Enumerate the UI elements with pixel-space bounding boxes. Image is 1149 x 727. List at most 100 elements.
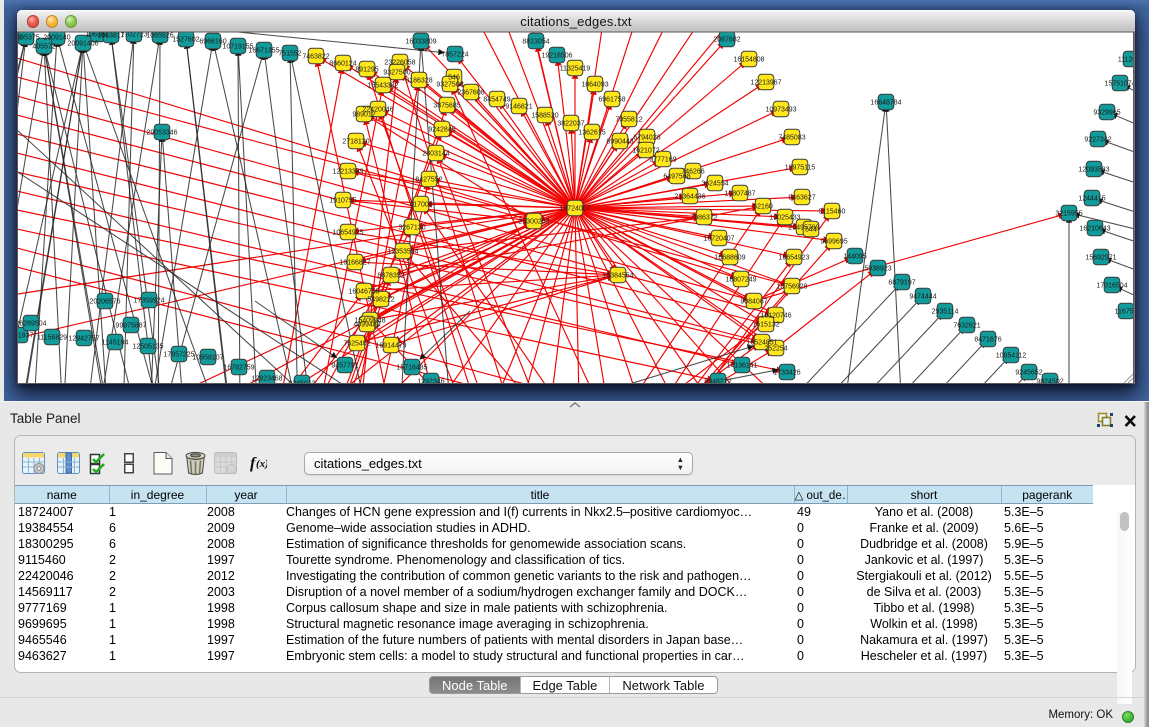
svg-text:19218506: 19218506 — [541, 53, 572, 60]
svg-text:1910755: 1910755 — [329, 198, 356, 205]
svg-text:10973493: 10973493 — [765, 107, 796, 114]
svg-text:19654923: 19654923 — [778, 255, 809, 262]
svg-text:3911937: 3911937 — [17, 333, 33, 340]
svg-text:8813054: 8813054 — [522, 39, 549, 46]
svg-text:8990443: 8990443 — [606, 139, 633, 146]
svg-text:8454749: 8454749 — [483, 97, 510, 104]
svg-text:16120746: 16120746 — [760, 313, 791, 320]
svg-text:15692971: 15692971 — [1085, 255, 1116, 262]
svg-text:3215955: 3215955 — [1055, 211, 1082, 218]
svg-text:9115460: 9115460 — [819, 209, 846, 216]
svg-text:144095: 144095 — [843, 254, 866, 261]
svg-text:62160: 62160 — [753, 204, 773, 211]
svg-text:12975115: 12975115 — [785, 165, 816, 172]
svg-text:1145194: 1145194 — [102, 340, 129, 347]
svg-text:16046755: 16046755 — [348, 289, 379, 296]
svg-text:16210643: 16210643 — [1079, 226, 1110, 233]
svg-text:7857224: 7857224 — [441, 52, 468, 59]
svg-text:12505135: 12505135 — [132, 344, 163, 351]
svg-text:23226058: 23226058 — [384, 60, 415, 67]
svg-text:4099489: 4099489 — [353, 322, 380, 329]
svg-text:2087682: 2087682 — [713, 37, 740, 44]
svg-text:9227342: 9227342 — [1084, 137, 1111, 144]
svg-text:6961758: 6961758 — [598, 97, 625, 104]
svg-text:11156829: 11156829 — [37, 335, 67, 342]
svg-text:6879197: 6879197 — [888, 280, 915, 287]
svg-text:9146821: 9146821 — [505, 104, 532, 111]
svg-text:1615132: 1615132 — [752, 322, 779, 329]
svg-text:746266: 746266 — [681, 169, 704, 176]
svg-text:8186328: 8186328 — [405, 78, 432, 85]
svg-text:417006: 417006 — [409, 202, 432, 209]
svg-text:12923468: 12923468 — [251, 376, 282, 383]
svg-text:11325419: 11325419 — [560, 66, 591, 73]
svg-text:989012: 989012 — [352, 112, 375, 119]
svg-text:18807249: 18807249 — [725, 277, 756, 284]
svg-text:12093583: 12093583 — [1078, 167, 1109, 174]
svg-text:7463822: 7463822 — [302, 54, 329, 61]
svg-text:1621072: 1621072 — [632, 148, 659, 155]
svg-text:751552: 751552 — [278, 51, 301, 58]
svg-text:6794028: 6794028 — [633, 135, 660, 142]
svg-text:8471676: 8471676 — [974, 337, 1001, 344]
svg-text:8660124: 8660124 — [329, 61, 356, 68]
svg-text:10688609: 10688609 — [714, 255, 745, 262]
svg-text:18724007: 18724007 — [559, 206, 590, 213]
svg-text:16648784: 16648784 — [870, 100, 901, 107]
svg-text:15751074: 15751074 — [1104, 81, 1134, 88]
svg-text:12213389: 12213389 — [332, 169, 363, 176]
svg-text:16671355: 16671355 — [248, 48, 279, 55]
svg-text:25300203: 25300203 — [518, 219, 549, 226]
svg-text:29053346: 29053346 — [146, 130, 177, 137]
svg-text:16154808: 16154808 — [733, 57, 764, 64]
svg-text:252254: 252254 — [764, 346, 787, 353]
svg-text:(x): (x) — [256, 458, 267, 470]
svg-text:9329965: 9329965 — [1093, 110, 1120, 117]
svg-text:546: 546 — [448, 75, 460, 82]
svg-text:10654925: 10654925 — [332, 230, 363, 237]
svg-text:9777169: 9777169 — [649, 157, 676, 164]
svg-text:19166827: 19166827 — [339, 260, 370, 267]
svg-text:10958107: 10958107 — [192, 355, 223, 362]
svg-text:12213967: 12213967 — [750, 80, 781, 87]
svg-text:1244415: 1244415 — [1078, 196, 1105, 203]
svg-text:5938923: 5938923 — [864, 266, 891, 273]
svg-text:9457791: 9457791 — [331, 363, 358, 370]
svg-text:2935114: 2935114 — [932, 309, 959, 316]
svg-text:16033809: 16033809 — [405, 39, 436, 46]
svg-text:7632621: 7632621 — [953, 323, 980, 330]
svg-text:1588520: 1588520 — [531, 113, 558, 120]
svg-text:7986372: 7986372 — [690, 215, 717, 222]
svg-text:7625402: 7625402 — [343, 341, 370, 348]
svg-text:544: 544 — [805, 227, 817, 234]
svg-text:1112048: 1112048 — [1118, 57, 1134, 64]
svg-text:19384554: 19384554 — [602, 273, 633, 280]
svg-text:5498222: 5498222 — [367, 297, 394, 304]
svg-text:1864093: 1864093 — [581, 82, 608, 89]
svg-text:3624554: 3624554 — [701, 181, 728, 188]
svg-text:7955812: 7955812 — [615, 117, 642, 124]
svg-text:891295: 891295 — [355, 67, 378, 74]
svg-text:1527602: 1527602 — [172, 37, 199, 44]
svg-text:1362615: 1362615 — [578, 130, 605, 137]
svg-text:9084067: 9084067 — [740, 299, 767, 306]
svg-text:17016504: 17016504 — [1096, 283, 1127, 290]
svg-text:9463627: 9463627 — [788, 195, 815, 202]
svg-text:20091406: 20091406 — [67, 41, 98, 48]
svg-text:9327500: 9327500 — [383, 70, 410, 77]
svg-text:17957225: 17957225 — [163, 352, 194, 359]
svg-text:9474444: 9474444 — [909, 294, 936, 301]
svg-text:3822037: 3822037 — [557, 121, 584, 128]
svg-text:16782759: 16782759 — [223, 365, 254, 372]
svg-text:10756928: 10756928 — [776, 284, 807, 291]
svg-text:9699695: 9699695 — [820, 239, 847, 246]
svg-text:10025433: 10025433 — [769, 215, 800, 222]
svg-text:405572: 405572 — [32, 44, 55, 51]
svg-text:12353594: 12353594 — [387, 249, 418, 256]
svg-text:2718120: 2718120 — [342, 139, 369, 146]
svg-text:8427552: 8427552 — [415, 177, 442, 184]
svg-text:12942757: 12942757 — [68, 336, 99, 343]
svg-text:3267130: 3267130 — [398, 225, 425, 232]
svg-text:1065526: 1065526 — [146, 33, 173, 40]
svg-text:17359924: 17359924 — [133, 298, 164, 305]
